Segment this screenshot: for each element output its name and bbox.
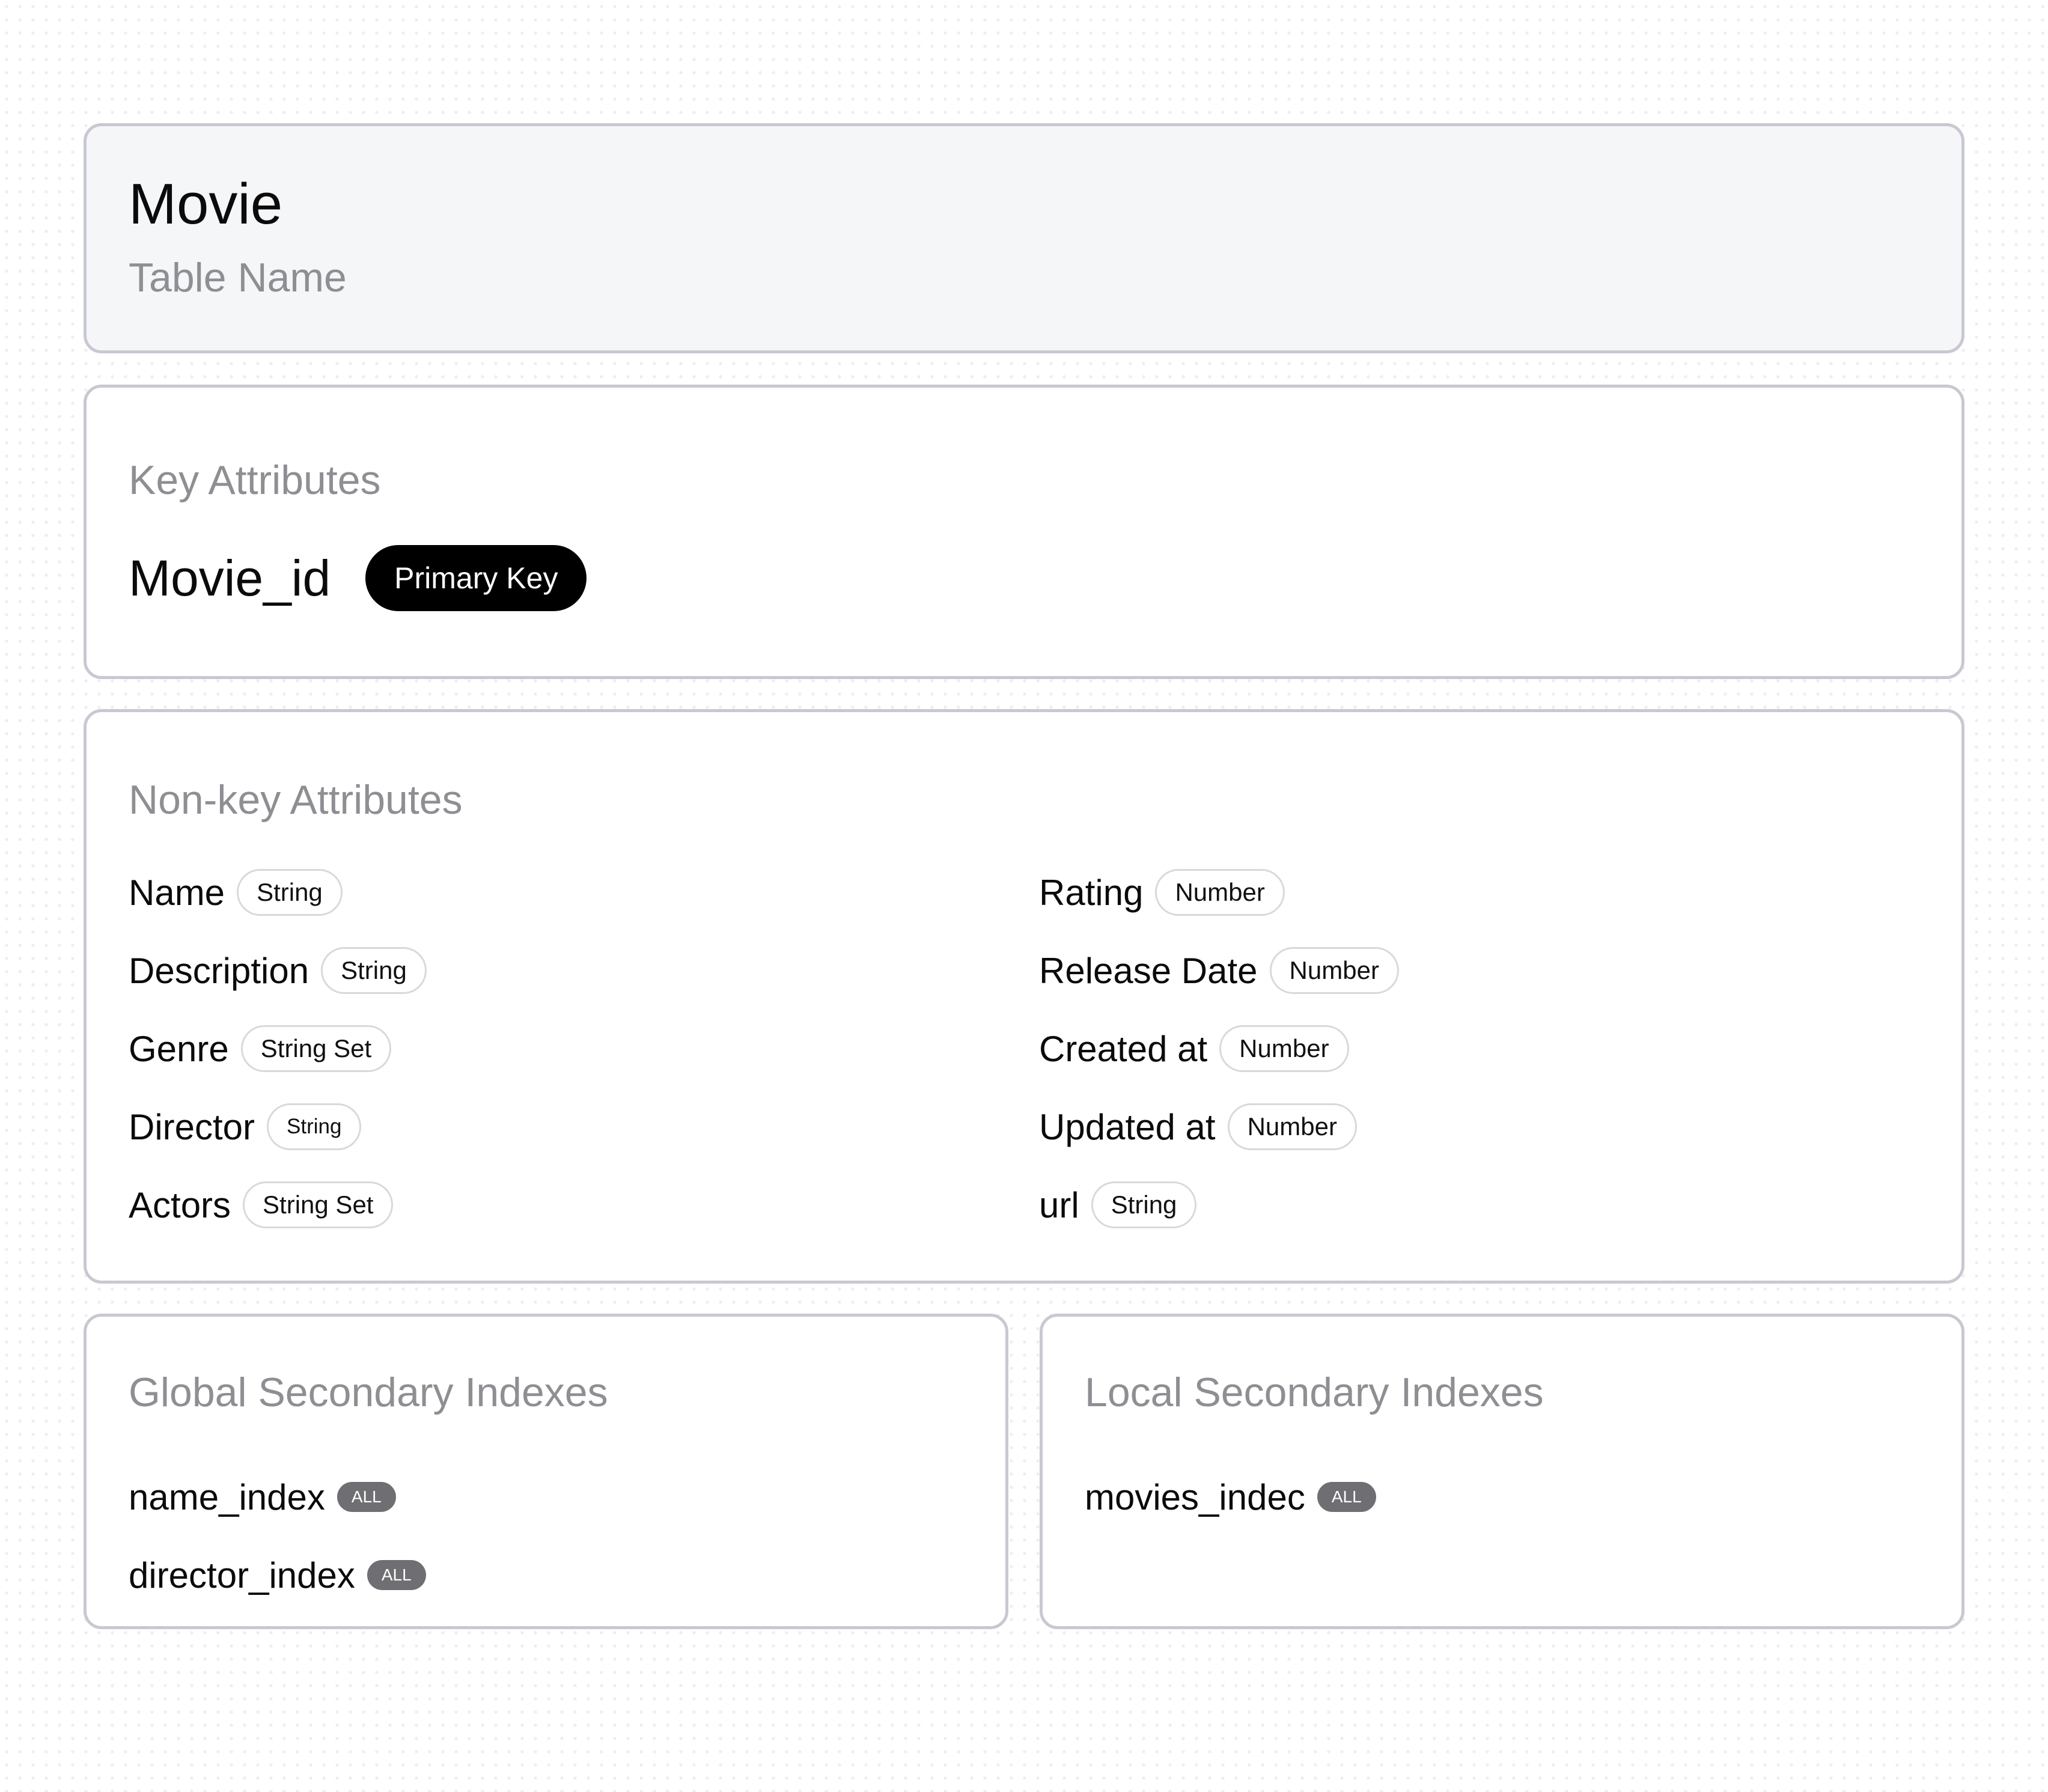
attribute-name: Description xyxy=(129,950,309,991)
index-row: movies_indec ALL xyxy=(1085,1470,1376,1524)
global-secondary-indexes-heading: Global Secondary Indexes xyxy=(129,1370,608,1415)
attribute-row: Created at Number xyxy=(1039,1022,1399,1076)
attribute-name: Updated at xyxy=(1039,1106,1216,1147)
index-row: name_index ALL xyxy=(129,1470,426,1524)
primary-key-badge: Primary Key xyxy=(365,545,587,611)
key-attributes-heading: Key Attributes xyxy=(129,457,381,503)
attribute-name: Actors xyxy=(129,1184,231,1225)
global-secondary-indexes-card: Global Secondary Indexes name_index ALL … xyxy=(84,1314,1008,1629)
attribute-row: Actors String Set xyxy=(129,1178,427,1232)
attribute-type-badge: String xyxy=(321,947,427,994)
attribute-name: Created at xyxy=(1039,1028,1208,1069)
attribute-type-badge: Number xyxy=(1269,947,1399,994)
attribute-row: Director String xyxy=(129,1100,427,1154)
projection-badge: ALL xyxy=(367,1560,426,1590)
attribute-type-badge: String Set xyxy=(240,1025,392,1072)
attributes-right-column: Rating Number Release Date Number Create… xyxy=(1039,865,1399,1256)
table-name-label: Table Name xyxy=(129,255,347,300)
primary-key-row: Movie_id Primary Key xyxy=(129,545,587,611)
attribute-name: Rating xyxy=(1039,872,1144,913)
attribute-type-badge: Number xyxy=(1219,1025,1349,1072)
index-row: director_index ALL xyxy=(129,1548,426,1602)
non-key-attributes-card: Non-key Attributes Name String Descripti… xyxy=(84,709,1964,1284)
attribute-row: Genre String Set xyxy=(129,1022,427,1076)
key-attributes-card: Key Attributes Movie_id Primary Key xyxy=(84,385,1964,679)
non-key-attributes-heading: Non-key Attributes xyxy=(129,777,463,823)
attribute-row: Release Date Number xyxy=(1039,943,1399,998)
table-name-card: Movie Table Name xyxy=(84,123,1964,353)
attribute-name: Name xyxy=(129,872,225,913)
global-index-list: name_index ALL director_index ALL xyxy=(129,1470,426,1626)
attribute-row: Rating Number xyxy=(1039,865,1399,919)
projection-badge: ALL xyxy=(337,1482,396,1512)
local-secondary-indexes-heading: Local Secondary Indexes xyxy=(1085,1370,1544,1415)
attribute-name: url xyxy=(1039,1184,1079,1225)
attribute-row: Description String xyxy=(129,943,427,998)
index-name: director_index xyxy=(129,1555,355,1595)
local-secondary-indexes-card: Local Secondary Indexes movies_indec ALL xyxy=(1040,1314,1964,1629)
attribute-row: Updated at Number xyxy=(1039,1100,1399,1154)
index-name: name_index xyxy=(129,1477,325,1517)
table-title: Movie xyxy=(129,172,283,236)
attribute-name: Release Date xyxy=(1039,950,1258,991)
attribute-type-badge: String xyxy=(1091,1181,1197,1228)
projection-badge: ALL xyxy=(1317,1482,1376,1512)
attribute-row: url String xyxy=(1039,1178,1399,1232)
attribute-name: Director xyxy=(129,1106,255,1147)
local-index-list: movies_indec ALL xyxy=(1085,1470,1376,1548)
attributes-left-column: Name String Description String Genre Str… xyxy=(129,865,427,1256)
attribute-name: Genre xyxy=(129,1028,229,1069)
attribute-type-badge: String xyxy=(267,1103,362,1150)
index-name: movies_indec xyxy=(1085,1477,1305,1517)
primary-key-name: Movie_id xyxy=(129,549,331,606)
attribute-type-badge: String Set xyxy=(243,1181,394,1228)
attribute-type-badge: Number xyxy=(1227,1103,1357,1150)
attribute-type-badge: Number xyxy=(1155,869,1285,916)
attribute-type-badge: String xyxy=(237,869,343,916)
attribute-row: Name String xyxy=(129,865,427,919)
